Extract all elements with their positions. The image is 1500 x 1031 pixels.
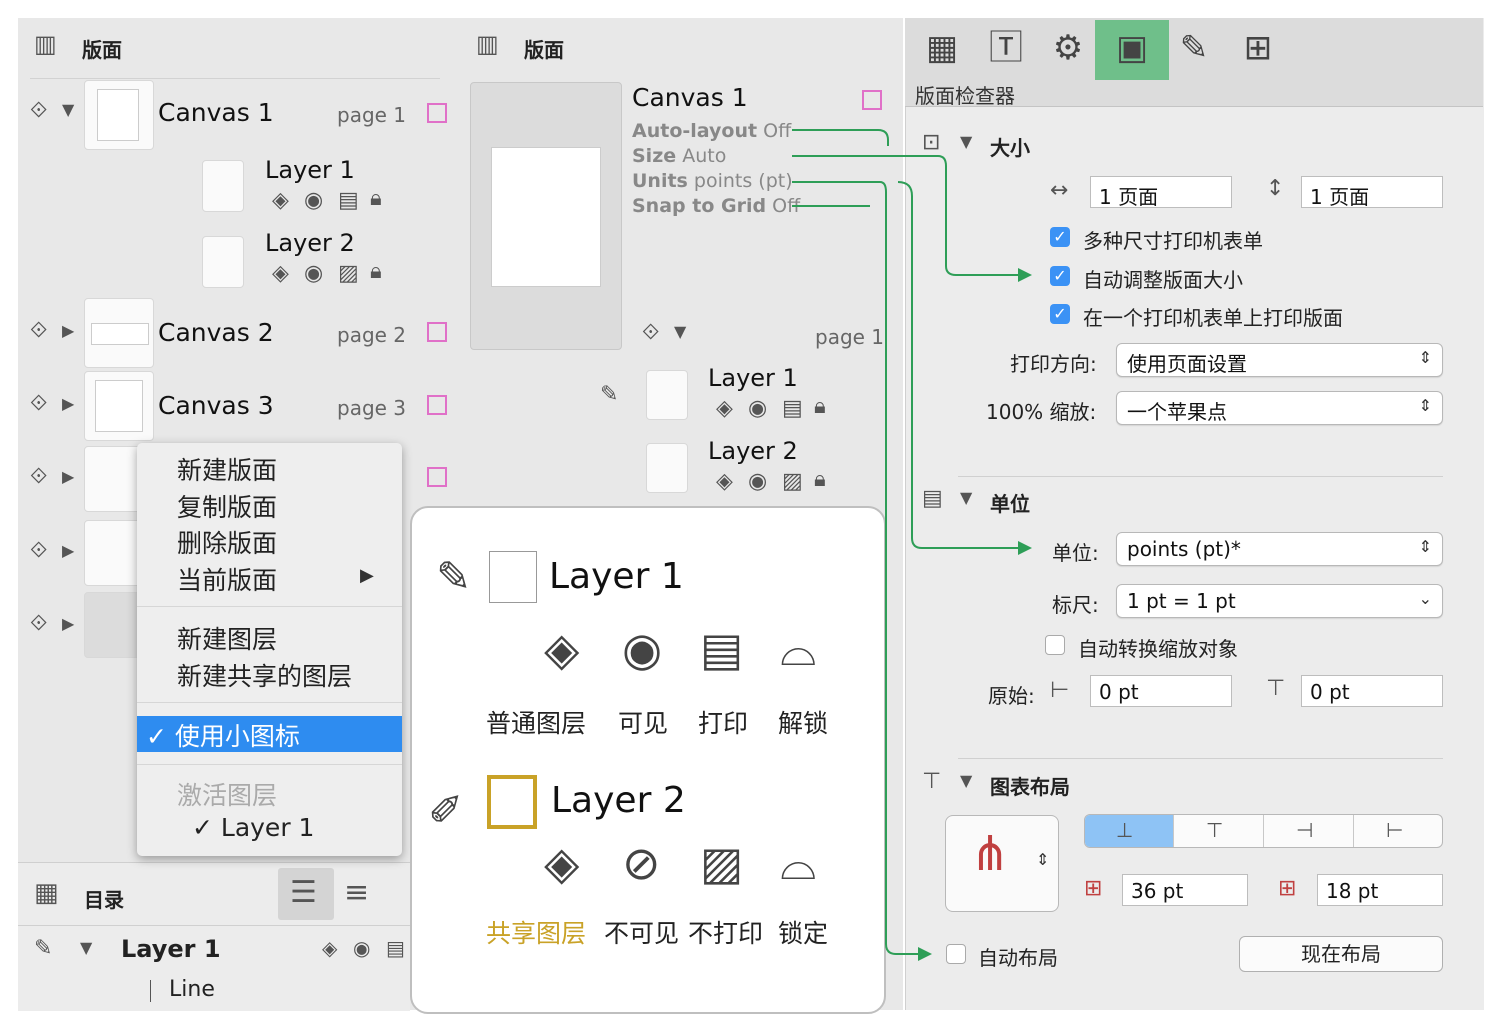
arrow-head	[918, 947, 932, 961]
arrow-head	[1018, 268, 1032, 282]
arrow-head	[1018, 541, 1032, 555]
connector-lines	[792, 129, 1032, 961]
